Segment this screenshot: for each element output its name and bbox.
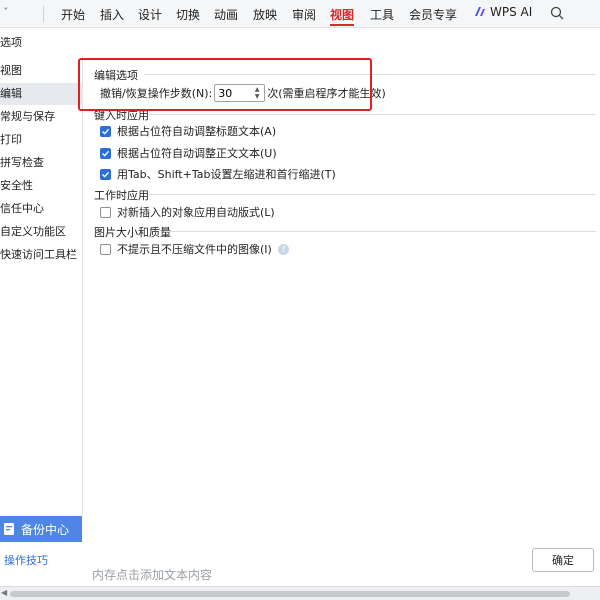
nav-item-print[interactable]: 打印 — [0, 129, 82, 151]
active-tab-indicator — [330, 24, 354, 26]
checkbox-auto-body[interactable] — [100, 147, 111, 159]
checkbox-label: 根据占位符自动调整标题文本(A) — [117, 125, 277, 138]
nav-item-trust-center[interactable]: 信任中心 — [0, 198, 82, 220]
group-divider — [150, 114, 596, 115]
backup-icon — [4, 523, 14, 535]
checkbox-no-compress[interactable] — [100, 243, 111, 255]
checkbox-row-tab-indent[interactable]: 用Tab、Shift+Tab设置左缩进和首行缩进(T) — [100, 165, 336, 183]
undo-steps-row: 撤销/恢复操作步数(N): ▲ ▼ 次(需重启程序才能生效) — [100, 84, 386, 102]
group-divider — [144, 74, 596, 75]
nav-item-view[interactable]: 视图 — [0, 60, 82, 82]
search-icon[interactable] — [550, 6, 564, 23]
tab-review[interactable]: 审阅 — [292, 6, 316, 23]
edit-options-title: 编辑选项 — [94, 69, 138, 82]
tips-link[interactable]: 操作技巧 — [4, 552, 48, 568]
nav-item-quick-access-toolbar[interactable]: 快速访问工具栏 — [0, 244, 82, 266]
horizontal-scrollbar[interactable]: ◀ — [0, 586, 600, 600]
checkbox-label: 根据占位符自动调整正文文本(U) — [117, 147, 277, 160]
backup-center-button[interactable]: 备份中心 — [0, 516, 82, 542]
options-content: 编辑选项 撤销/恢复操作步数(N): ▲ ▼ 次(需重启程序才能生效) 键入时应… — [86, 56, 600, 516]
image-group-title: 图片大小和质量 — [94, 226, 171, 239]
checkbox-row-auto-title[interactable]: 根据占位符自动调整标题文本(A) — [100, 122, 276, 140]
tab-slideshow[interactable]: 放映 — [253, 6, 277, 23]
checkbox-tab-indent[interactable] — [100, 168, 111, 180]
spin-up-icon[interactable]: ▲ — [255, 86, 260, 93]
tab-tools[interactable]: 工具 — [370, 6, 394, 23]
tab-insert[interactable]: 插入 — [100, 6, 124, 23]
undo-steps-input[interactable] — [215, 86, 252, 100]
group-divider — [164, 231, 596, 232]
working-group-title: 工作时应用 — [94, 189, 149, 202]
tab-view[interactable]: 视图 — [330, 6, 354, 23]
checkbox-row-auto-body[interactable]: 根据占位符自动调整正文文本(U) — [100, 144, 277, 162]
wps-ai-label: WPS AI — [490, 5, 533, 19]
nav-item-edit[interactable]: 编辑 — [0, 83, 82, 105]
tab-design[interactable]: 设计 — [138, 6, 162, 23]
tab-member[interactable]: 会员专享 — [409, 6, 457, 23]
nav-item-security[interactable]: 安全性 — [0, 175, 82, 197]
tab-home[interactable]: 开始 — [61, 6, 85, 23]
scroll-left-icon[interactable]: ◀ — [1, 588, 7, 597]
group-divider — [150, 194, 596, 195]
checkbox-auto-layout[interactable] — [100, 206, 111, 218]
wps-ai-icon — [475, 7, 485, 16]
checkbox-label: 用Tab、Shift+Tab设置左缩进和首行缩进(T) — [117, 168, 336, 181]
tab-transitions[interactable]: 切换 — [176, 6, 200, 23]
options-nav: 视图 编辑 常规与保存 打印 拼写检查 安全性 信任中心 自定义功能区 快速访问… — [0, 56, 82, 511]
checkbox-row-auto-layout[interactable]: 对新插入的对象应用自动版式(L) — [100, 203, 275, 221]
nav-item-general-save[interactable]: 常规与保存 — [0, 106, 82, 128]
scrollbar-thumb[interactable] — [10, 591, 570, 597]
wps-ai-button[interactable]: WPS AI — [474, 5, 532, 19]
help-icon[interactable]: ? — [277, 243, 289, 255]
checkbox-label: 对新插入的对象应用自动版式(L) — [117, 206, 275, 219]
undo-steps-note: 次(需重启程序才能生效) — [267, 87, 386, 100]
undo-steps-label: 撤销/恢复操作步数(N): — [100, 87, 213, 100]
ribbon-separator — [43, 6, 44, 22]
nav-item-customize-ribbon[interactable]: 自定义功能区 — [0, 221, 82, 243]
nav-divider — [82, 56, 83, 516]
checkbox-auto-title[interactable] — [100, 125, 111, 137]
ok-button[interactable]: 确定 — [532, 548, 594, 572]
checkbox-label: 不提示且不压缩文件中的图像(I) — [117, 243, 272, 256]
nav-item-spellcheck[interactable]: 拼写检查 — [0, 152, 82, 174]
ribbon-tab-bar: ˇ 开始 插入 设计 切换 动画 放映 审阅 视图 工具 会员专享 WPS AI — [0, 0, 600, 28]
background-slide-text: 内存点击添加文本内容 — [92, 568, 213, 582]
spin-down-icon[interactable]: ▼ — [255, 93, 260, 100]
undo-steps-spinner[interactable]: ▲ ▼ — [214, 84, 266, 102]
checkbox-row-no-compress[interactable]: 不提示且不压缩文件中的图像(I) ? — [100, 240, 289, 258]
quick-access-dropdown-icon[interactable]: ˇ — [3, 6, 9, 19]
tab-animations[interactable]: 动画 — [214, 6, 238, 23]
dialog-title: 选项 — [0, 36, 22, 49]
typing-group-title: 键入时应用 — [94, 109, 149, 122]
backup-center-label: 备份中心 — [21, 522, 70, 537]
